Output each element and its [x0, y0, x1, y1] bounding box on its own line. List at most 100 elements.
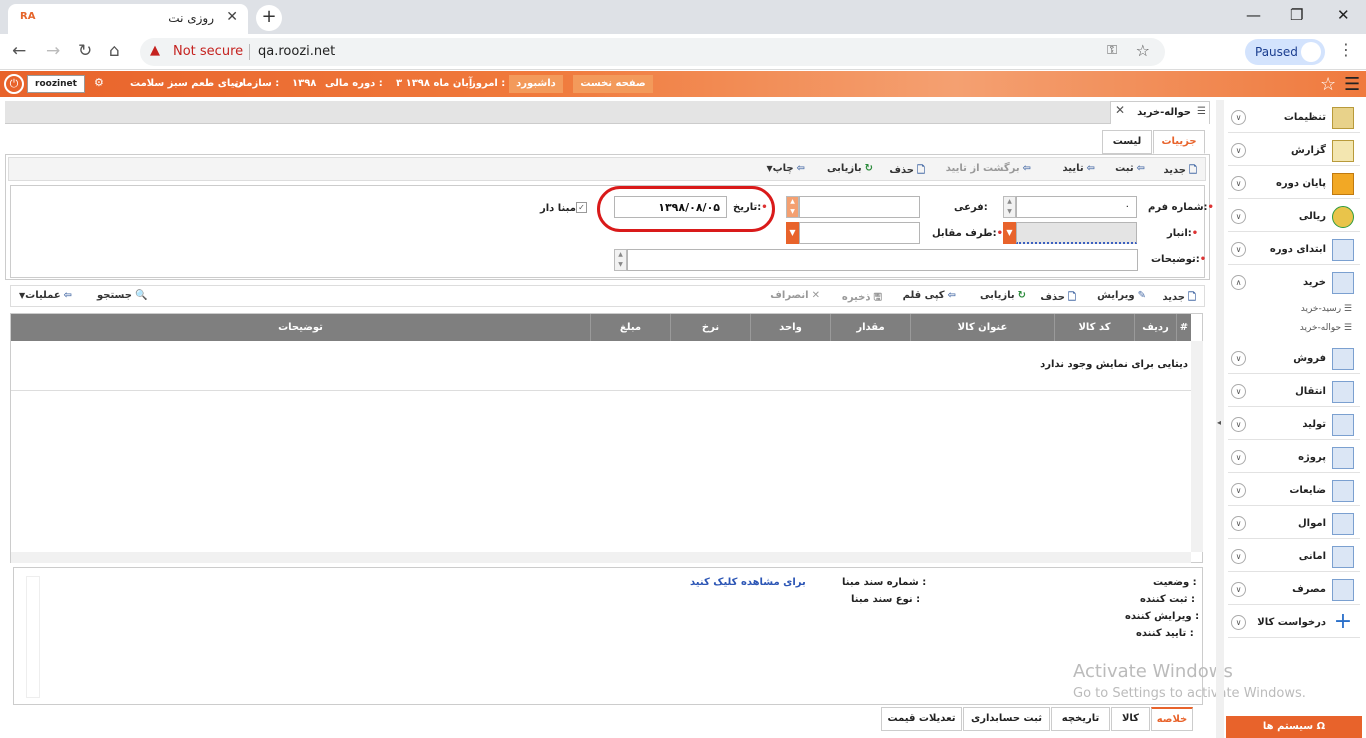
description-input[interactable] [627, 249, 1138, 271]
forward-icon[interactable]: → [46, 41, 60, 61]
column-header[interactable]: عنوان کالا [910, 314, 1054, 341]
sidebar-subitem-purchase-remittance[interactable]: حواله-خرید ☰ [1300, 323, 1352, 333]
column-header[interactable]: مبلغ [590, 314, 670, 341]
column-header[interactable]: # [1176, 314, 1191, 341]
form-number-label: شماره فرم:• [1148, 202, 1214, 213]
column-header[interactable]: توضیحات [11, 314, 590, 341]
sidebar-item-production[interactable]: ∨ تولید [1228, 410, 1360, 440]
close-tab-icon[interactable]: ✕ [226, 9, 238, 25]
bookmark-star-icon[interactable]: ☆ [1136, 41, 1150, 60]
counterparty-dropdown-arrow[interactable]: ▼ [786, 222, 799, 244]
collapse-arrow-icon[interactable]: ◂ [1217, 418, 1221, 427]
form-number-input[interactable]: ۰ [1016, 196, 1137, 218]
gear-icon[interactable]: ⚙ [94, 76, 104, 89]
back-icon[interactable]: ← [12, 41, 26, 61]
grid-divider [11, 390, 1191, 391]
item-delete-button[interactable]: حذف 🗋 [1040, 290, 1076, 307]
column-header[interactable]: کد کالا [1054, 314, 1134, 341]
column-header[interactable]: نرخ [670, 314, 750, 341]
tab-list[interactable]: لیست [1102, 130, 1152, 154]
column-header[interactable]: مقدار [830, 314, 910, 341]
sidebar-item-consumption[interactable]: ∨ مصرف [1228, 575, 1360, 605]
unapprove-button[interactable]: برگشت از تایید ⇦ [946, 163, 1031, 174]
home-icon[interactable]: ⌂ [109, 41, 120, 61]
sub-input[interactable] [799, 196, 920, 218]
copy-item-button[interactable]: کپی قلم ⇦ [903, 290, 956, 301]
restore-icon[interactable]: ❐ [1290, 6, 1303, 24]
sidebar-item-waste[interactable]: ∨ ضایعات [1228, 476, 1360, 506]
close-document-icon[interactable]: ✕ [1115, 103, 1125, 117]
minimize-icon[interactable]: — [1246, 6, 1261, 24]
home-page-button[interactable]: صفحه نخست [573, 75, 653, 93]
dashboard-button[interactable]: داشبورد [509, 75, 563, 93]
reload-icon[interactable]: ↻ [78, 41, 92, 61]
item-refresh-button[interactable]: بازیابی ↻ [980, 290, 1026, 301]
item-edit-button[interactable]: ویرایش ✎ [1097, 290, 1146, 301]
search-button[interactable]: جستجو 🔍 [97, 290, 147, 301]
based-checkbox[interactable]: ✓ [576, 202, 587, 213]
hamburger-menu-icon[interactable]: ☰ [1344, 74, 1360, 95]
sidebar-item-rial[interactable]: ∨ ریالی [1228, 202, 1360, 232]
tab-price-adjustments[interactable]: تعدیلات قیمت [881, 707, 962, 731]
stack-icon [1332, 173, 1354, 195]
counterparty-select[interactable] [799, 222, 920, 244]
url-text[interactable]: qa.roozi.net [258, 44, 335, 59]
sidebar-item-transfer[interactable]: ∨ انتقال [1228, 377, 1360, 407]
sidebar-item-goods-request[interactable]: ∨ درخواست کالا + [1228, 608, 1360, 638]
new-tab-button[interactable]: + [256, 5, 282, 31]
tab-goods[interactable]: کالا [1111, 707, 1150, 731]
form-number-spinner[interactable]: ▲ ▼ [1003, 196, 1016, 218]
approve-button[interactable]: تایید ⇦ [1062, 163, 1095, 174]
column-header[interactable]: ردیف [1134, 314, 1176, 341]
horizontal-scrollbar[interactable] [11, 552, 1191, 563]
browser-menu-icon[interactable]: ⋮ [1338, 40, 1354, 59]
view-base-doc-link[interactable]: برای مشاهده کلیک کنید [690, 577, 806, 588]
sidebar-splitter[interactable]: ◂ [1216, 100, 1224, 738]
power-icon[interactable]: ⏻ [4, 74, 24, 94]
sidebar-item-period-end[interactable]: ∨ پایان دوره [1228, 169, 1360, 199]
save-button[interactable]: ثبت ⇦ [1115, 163, 1145, 174]
delete-button[interactable]: حذف 🗋 [889, 163, 925, 180]
description-label: توضیحات:• [1151, 254, 1207, 265]
creator-label: ثبت کننده : [1140, 594, 1196, 605]
tab-details[interactable]: جزییات [1153, 130, 1205, 154]
sidebar-item-sales[interactable]: ∨ فروش [1228, 344, 1360, 374]
warehouse-select[interactable] [1016, 222, 1137, 244]
close-window-icon[interactable]: ✕ [1337, 6, 1350, 24]
sidebar-subitem-purchase-receipt[interactable]: رسید-خرید ☰ [1301, 304, 1352, 314]
not-secure-label[interactable]: Not secure [173, 44, 243, 59]
vertical-scrollbar[interactable] [1191, 341, 1203, 552]
search-icon: 🔍 [134, 290, 148, 301]
print-button[interactable]: ▼چاپ ⇦ [764, 163, 805, 174]
summary-scrollbar[interactable] [26, 576, 40, 698]
profile-paused-button[interactable]: Paused [1245, 39, 1325, 65]
new-button[interactable]: جدید 🗋 [1163, 163, 1197, 180]
sidebar-item-purchase[interactable]: ∧ خرید [1228, 268, 1360, 298]
sub-spinner[interactable]: ▲ ▼ [786, 196, 799, 218]
sidebar-item-period-start[interactable]: ∨ ابتدای دوره [1228, 235, 1360, 265]
sidebar-item-report[interactable]: ∨ گزارش [1228, 136, 1360, 166]
operations-button[interactable]: ▼عملیات ⇦ [17, 290, 72, 301]
tab-history[interactable]: تاریخچه [1051, 707, 1110, 731]
browser-tab[interactable]: RA روزی نت ✕ [8, 4, 248, 34]
item-new-button[interactable]: جدید 🗋 [1162, 290, 1196, 307]
fiscal-value: ۱۳۹۸ [292, 78, 317, 89]
base-doc-number-label: شماره سند مبنا : [842, 577, 927, 588]
tab-summary[interactable]: خلاصه [1151, 707, 1193, 731]
item-save-button[interactable]: ذخیره 🖫 [842, 290, 882, 307]
items-toolbar: جدید 🗋 ویرایش ✎ حذف 🗋 بازیابی ↻ کپی قلم ⇦ ذخی… [10, 285, 1205, 307]
sidebar-item-consignment[interactable]: ∨ امانی [1228, 542, 1360, 572]
column-header[interactable]: واحد [750, 314, 830, 341]
sidebar-item-settings[interactable]: ∨ تنظیمات [1228, 103, 1360, 133]
key-icon[interactable]: ⚿ [1107, 43, 1117, 58]
favorites-star-icon[interactable]: ☆ [1320, 74, 1336, 95]
refresh-button[interactable]: بازیابی ↻ [827, 163, 873, 174]
sidebar-item-project[interactable]: ∨ پروژه [1228, 443, 1360, 473]
tab-accounting[interactable]: ثبت حسابداری [963, 707, 1050, 731]
username-box[interactable]: roozinet [27, 75, 85, 93]
omnibox[interactable]: ▲ Not secure qa.roozi.net ⚿ ☆ [140, 38, 1165, 66]
sidebar-item-assets[interactable]: ∨ اموال [1228, 509, 1360, 539]
description-spinner[interactable]: ▲ ▼ [614, 249, 627, 271]
systems-button[interactable]: سیستم ها Ω [1226, 716, 1362, 738]
item-cancel-button[interactable]: انصراف ✕ [770, 290, 820, 301]
